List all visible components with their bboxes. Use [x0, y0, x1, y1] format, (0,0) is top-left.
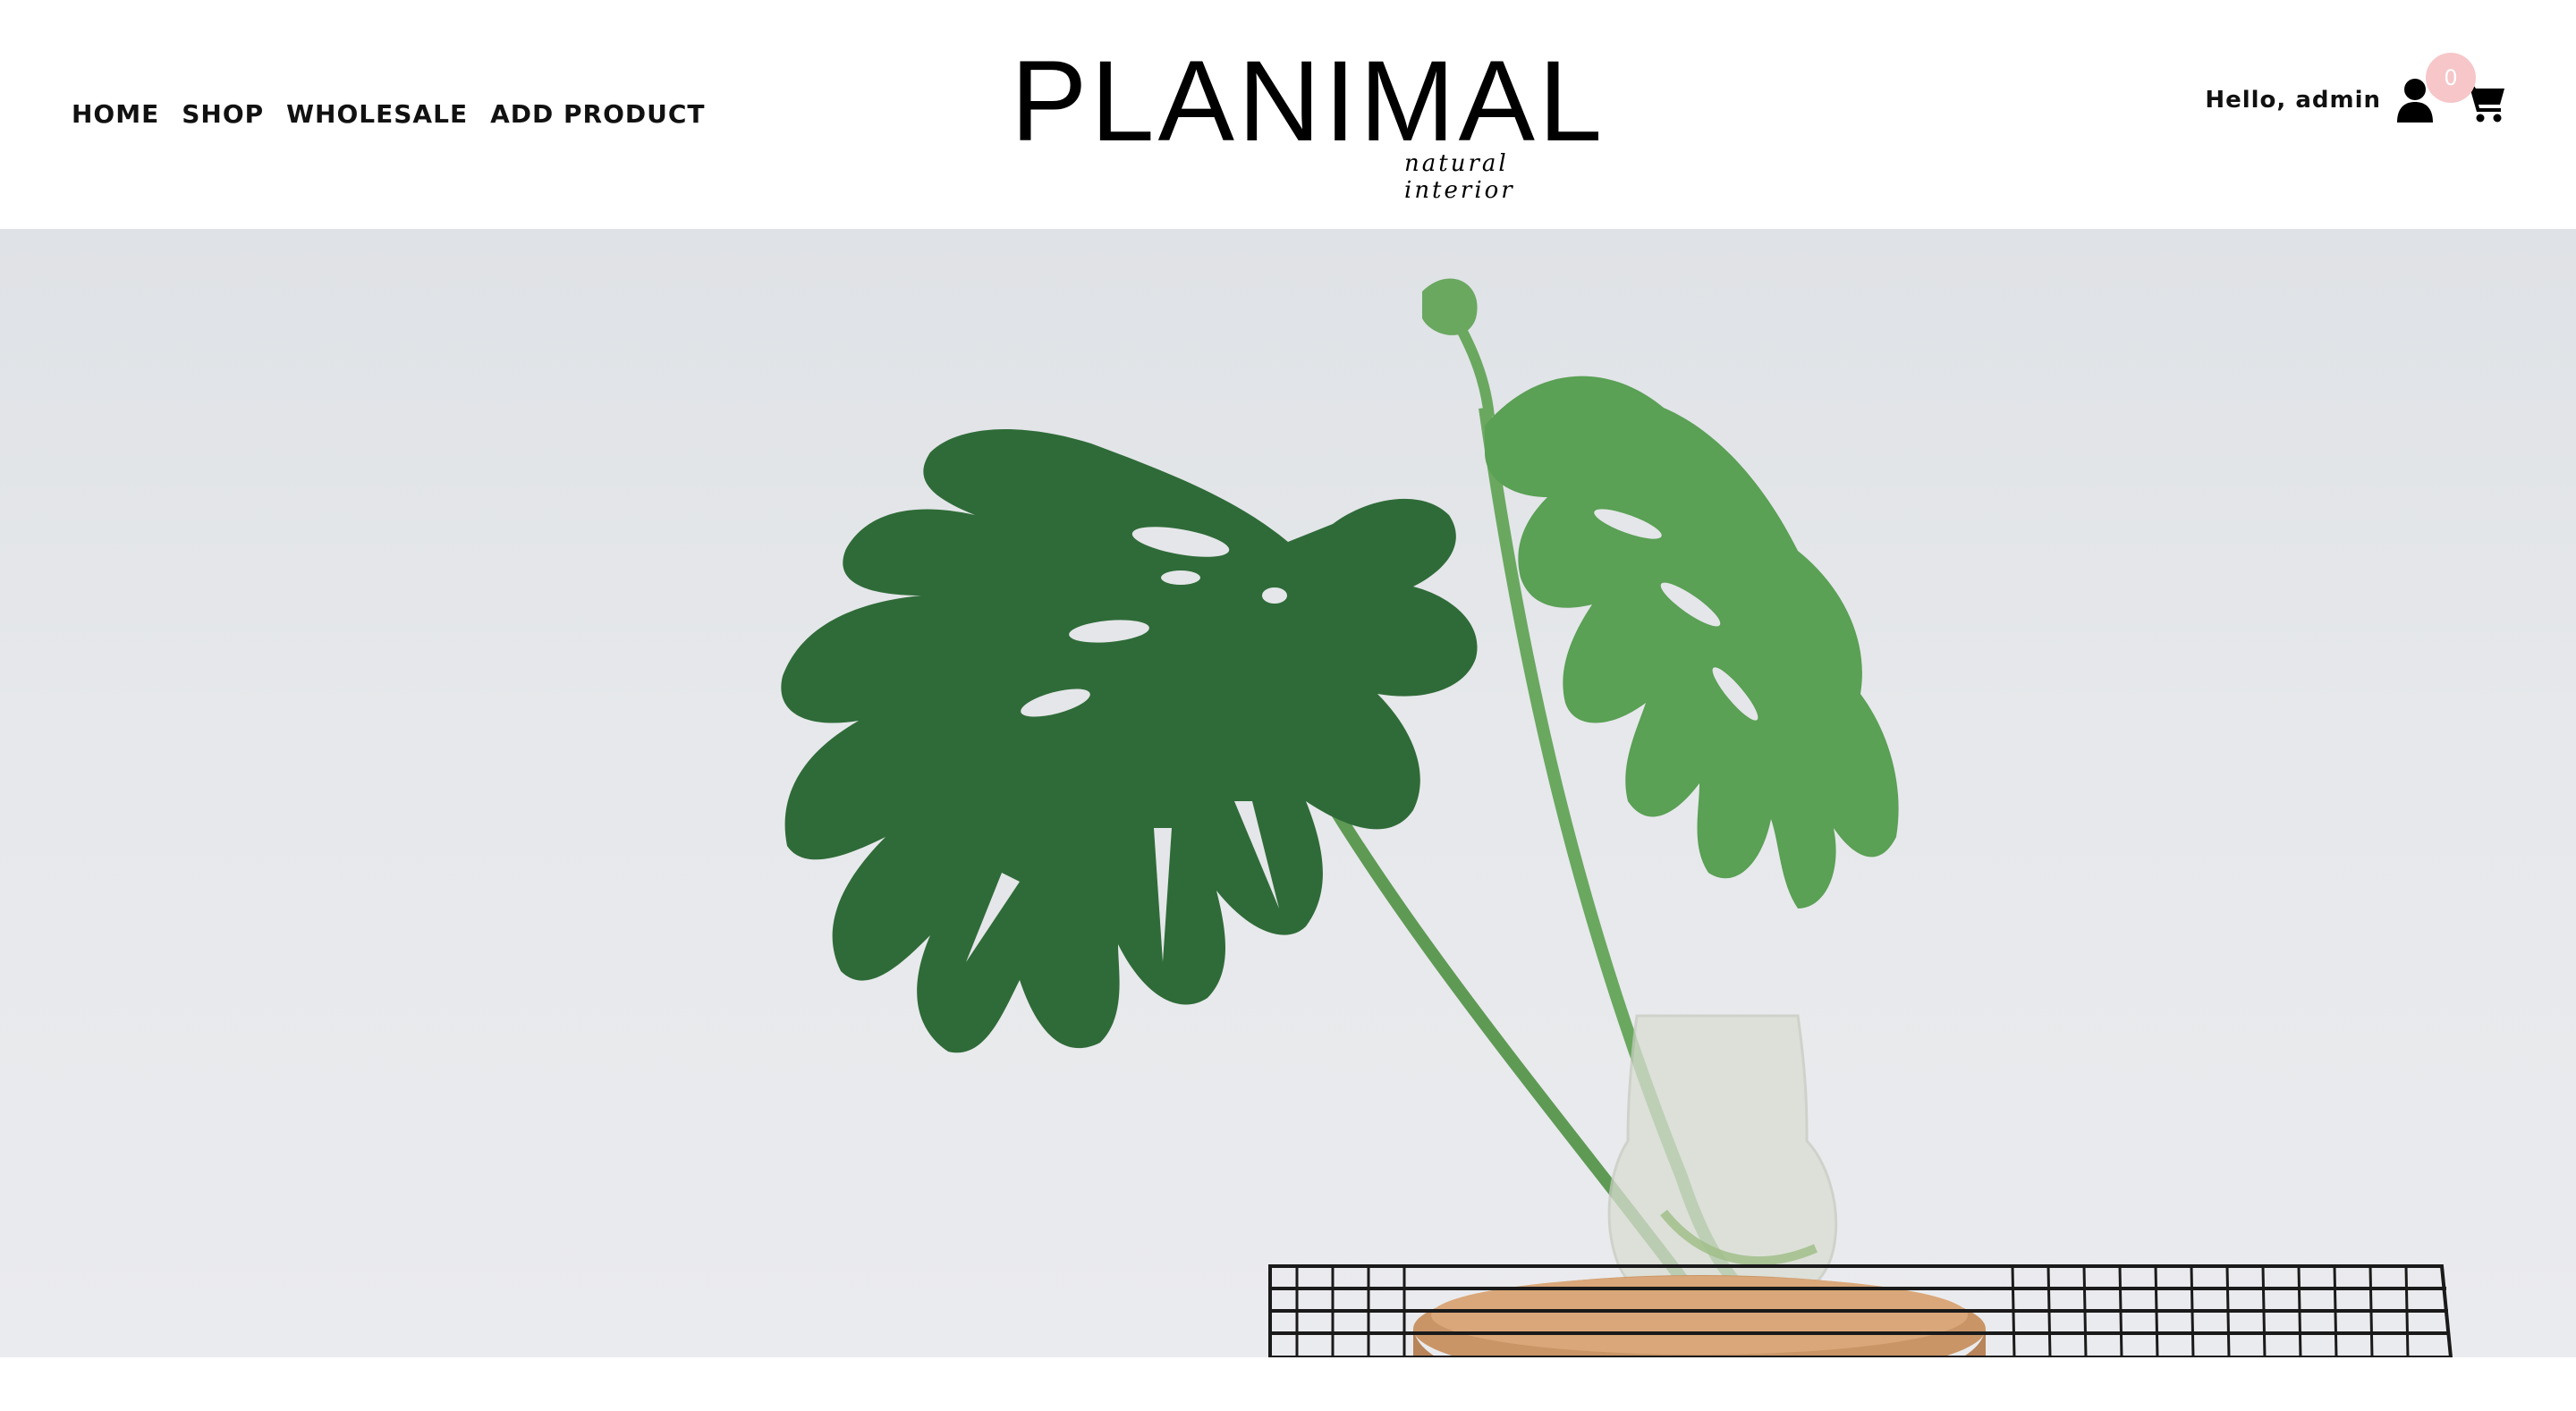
- hero-banner-image: [0, 229, 2576, 1357]
- site-logo[interactable]: PLANIMAL natural interior: [1011, 38, 1619, 205]
- nav-shop-link[interactable]: SHOP: [182, 93, 264, 136]
- logo-tagline: natural interior: [1404, 150, 1515, 204]
- nav-wholesale-link[interactable]: WHOLESALE: [286, 93, 468, 136]
- cart-count-badge: 0: [2426, 53, 2476, 103]
- user-greeting: Hello, admin: [2205, 87, 2381, 114]
- site-header: HOME SHOP WHOLESALE ADD PRODUCT PLANIMAL…: [0, 0, 2576, 229]
- logo-title: PLANIMAL: [1011, 38, 1606, 165]
- nav-home-link[interactable]: HOME: [72, 93, 159, 136]
- nav-add-product-link[interactable]: ADD PRODUCT: [490, 93, 705, 136]
- main-nav: HOME SHOP WHOLESALE ADD PRODUCT: [72, 93, 706, 136]
- cart-button[interactable]: 0: [2426, 53, 2506, 123]
- user-area: Hello, admin 0: [2205, 53, 2506, 136]
